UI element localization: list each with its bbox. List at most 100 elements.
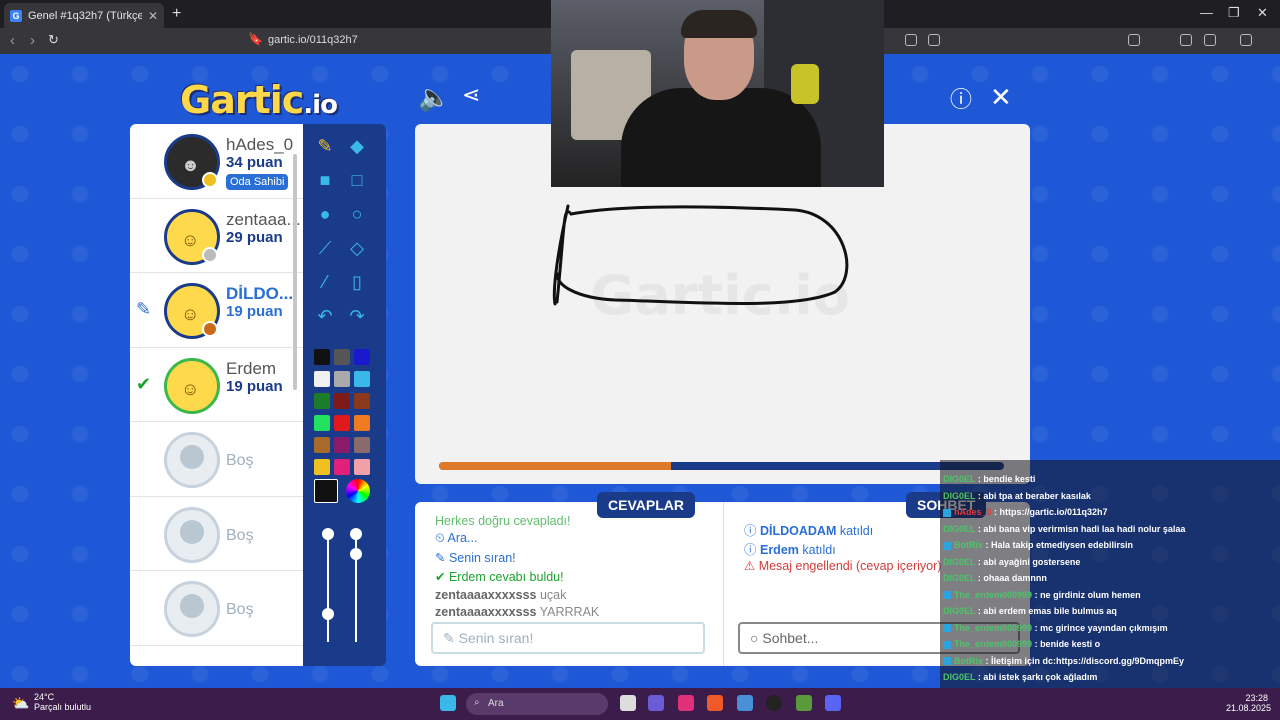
redo-icon[interactable]: ↷ — [343, 302, 371, 330]
status-dot — [202, 246, 218, 263]
stream-chat-message: DIG0EL : abi ayağini gostersene — [943, 556, 1081, 567]
share-icon[interactable]: ⋖ — [462, 82, 480, 108]
fill-bucket-icon[interactable]: ◇ — [343, 234, 371, 262]
browser-tab[interactable]: G Genel #1q32h7 (Türkçe) - Gartic ✕ — [4, 3, 164, 28]
chat-input-placeholder: Sohbet... — [762, 630, 819, 646]
eyedropper-icon[interactable]: ⁄ — [311, 268, 339, 296]
stream-chat-message: The_erdem000999 : mc girince yayından çı… — [943, 623, 1168, 633]
player-item[interactable]: ☺ zentaaa... 29 puan — [130, 199, 303, 273]
sound-icon[interactable]: 🔈 — [418, 82, 450, 113]
stream-chat-message: The_erdem000999 : benide kesti o — [943, 639, 1100, 649]
color-swatch[interactable] — [334, 371, 350, 387]
player-item[interactable]: ✔ ☺ Erdem 19 puan — [130, 348, 303, 422]
teams-icon[interactable] — [648, 695, 664, 711]
answer-input-placeholder: Senin sıran! — [458, 630, 534, 646]
color-swatch[interactable] — [334, 393, 350, 409]
size-slider[interactable] — [327, 532, 329, 642]
extensions-icon[interactable] — [1128, 34, 1140, 46]
color-swatch[interactable] — [314, 415, 330, 431]
pencil-icon[interactable]: ✎ — [311, 132, 339, 160]
color-swatch[interactable] — [354, 349, 370, 365]
color-swatch[interactable] — [314, 393, 330, 409]
time-progress-fill — [439, 462, 671, 470]
sidebar-icon[interactable] — [1180, 34, 1192, 46]
color-picker-icon[interactable] — [346, 479, 370, 503]
color-swatch[interactable] — [314, 349, 330, 365]
new-tab-icon[interactable]: + — [172, 5, 181, 23]
rect-icon[interactable]: □ — [343, 166, 371, 194]
minimize-icon[interactable]: — — [1200, 5, 1213, 20]
color-swatch[interactable] — [354, 393, 370, 409]
color-swatch[interactable] — [314, 371, 330, 387]
stream-chat-text: abi istek şarkı çok ağladım — [983, 672, 1098, 682]
shield-icon[interactable] — [1240, 34, 1252, 46]
info-icon[interactable]: ⓘ — [950, 82, 972, 114]
stream-chat-overlay: DIG0EL : bendie kesti DIG0EL : abi tpa at… — [940, 460, 1280, 720]
answer-input[interactable]: ✎ Senin sıran! — [431, 622, 705, 654]
share-page-icon[interactable] — [928, 34, 940, 46]
system-clock[interactable]: 23:28 21.08.2025 — [1226, 693, 1271, 713]
player-item[interactable]: ☻ hAdes_0 34 puan Oda Sahibi — [130, 124, 303, 199]
answers-line-text: Ara... — [447, 531, 478, 545]
stream-chat-message: BotRix : İletişim için dc:https://discor… — [943, 656, 1184, 666]
filled-rect-icon[interactable]: ■ — [311, 166, 339, 194]
forward-icon[interactable]: › — [30, 32, 35, 49]
undo-icon[interactable]: ↶ — [311, 302, 339, 330]
taskbar: ⛅ 24°C Parçalı bulutlu ⌕ Ara 23:28 21.08.… — [0, 688, 1280, 720]
filled-circle-icon[interactable]: ● — [311, 200, 339, 228]
opacity-knob[interactable] — [350, 548, 362, 560]
color-swatch[interactable] — [354, 459, 370, 475]
user-badge-icon — [943, 541, 951, 550]
instagram-icon[interactable] — [678, 695, 694, 711]
eraser-icon[interactable]: ◆ — [343, 132, 371, 160]
color-swatch[interactable] — [314, 459, 330, 475]
bookmark-icon[interactable]: 🔖 — [248, 32, 263, 46]
brave-icon[interactable] — [707, 695, 723, 711]
color-swatch[interactable] — [314, 437, 330, 453]
clock-time: 23:28 — [1245, 693, 1268, 703]
close-window-icon[interactable]: ✕ — [1257, 5, 1268, 21]
avatar: ☺ — [164, 357, 220, 414]
color-swatch[interactable] — [334, 459, 350, 475]
extension-icon[interactable] — [905, 34, 917, 46]
obs-icon[interactable] — [766, 695, 782, 711]
color-swatch[interactable] — [334, 415, 350, 431]
user-badge-icon — [943, 624, 951, 633]
current-color[interactable] — [314, 479, 338, 503]
player-list-scrollbar[interactable] — [293, 154, 297, 390]
color-swatch[interactable] — [354, 415, 370, 431]
color-swatch[interactable] — [334, 437, 350, 453]
minecraft-icon[interactable] — [796, 695, 812, 711]
close-tab-icon[interactable]: ✕ — [148, 9, 158, 23]
discord-icon[interactable] — [825, 695, 841, 711]
answers-line-text: Erdem cevabı buldu! — [448, 570, 564, 584]
maximize-icon[interactable]: ❐ — [1228, 5, 1240, 21]
stream-chat-user: DIG0EL — [943, 474, 976, 484]
color-swatch[interactable] — [354, 437, 370, 453]
stream-chat-text: abi erdem emas bile bulmus aq — [983, 606, 1117, 616]
stream-chat-message: The_erdem000999 : ne girdiniz olum hemen — [943, 590, 1141, 600]
wallet-icon[interactable] — [1204, 34, 1216, 46]
size-knob[interactable] — [322, 608, 334, 620]
opacity-knob[interactable] — [350, 528, 362, 540]
back-icon[interactable]: ‹ — [10, 32, 15, 49]
line-icon[interactable]: ⟋ — [311, 234, 339, 262]
weather-temp: 24°C — [34, 692, 55, 702]
url-field[interactable]: gartic.io/011q32h7 — [268, 34, 358, 46]
task-view-icon[interactable] — [620, 695, 636, 711]
weather-widget[interactable]: ⛅ 24°C Parçalı bulutlu — [12, 692, 91, 712]
stream-chat-message: DIG0EL : ohaaa damnnn — [943, 573, 1047, 583]
windows-start-icon[interactable] — [440, 695, 456, 711]
reload-icon[interactable]: ↻ — [48, 32, 59, 48]
size-knob[interactable] — [322, 528, 334, 540]
circle-icon[interactable]: ○ — [343, 200, 371, 228]
chat-line: ⓘ Erdem katıldı — [744, 543, 836, 557]
color-swatch[interactable] — [334, 349, 350, 365]
app-icon[interactable] — [737, 695, 753, 711]
color-swatch[interactable] — [354, 371, 370, 387]
page-icon[interactable]: ▯ — [343, 268, 371, 296]
player-item[interactable]: ✎ ☺ DİLDO... 19 puan — [130, 273, 303, 348]
taskbar-search[interactable]: ⌕ Ara — [466, 693, 608, 715]
empty-avatar-icon — [164, 506, 220, 563]
close-icon[interactable]: ✕ — [990, 82, 1012, 113]
